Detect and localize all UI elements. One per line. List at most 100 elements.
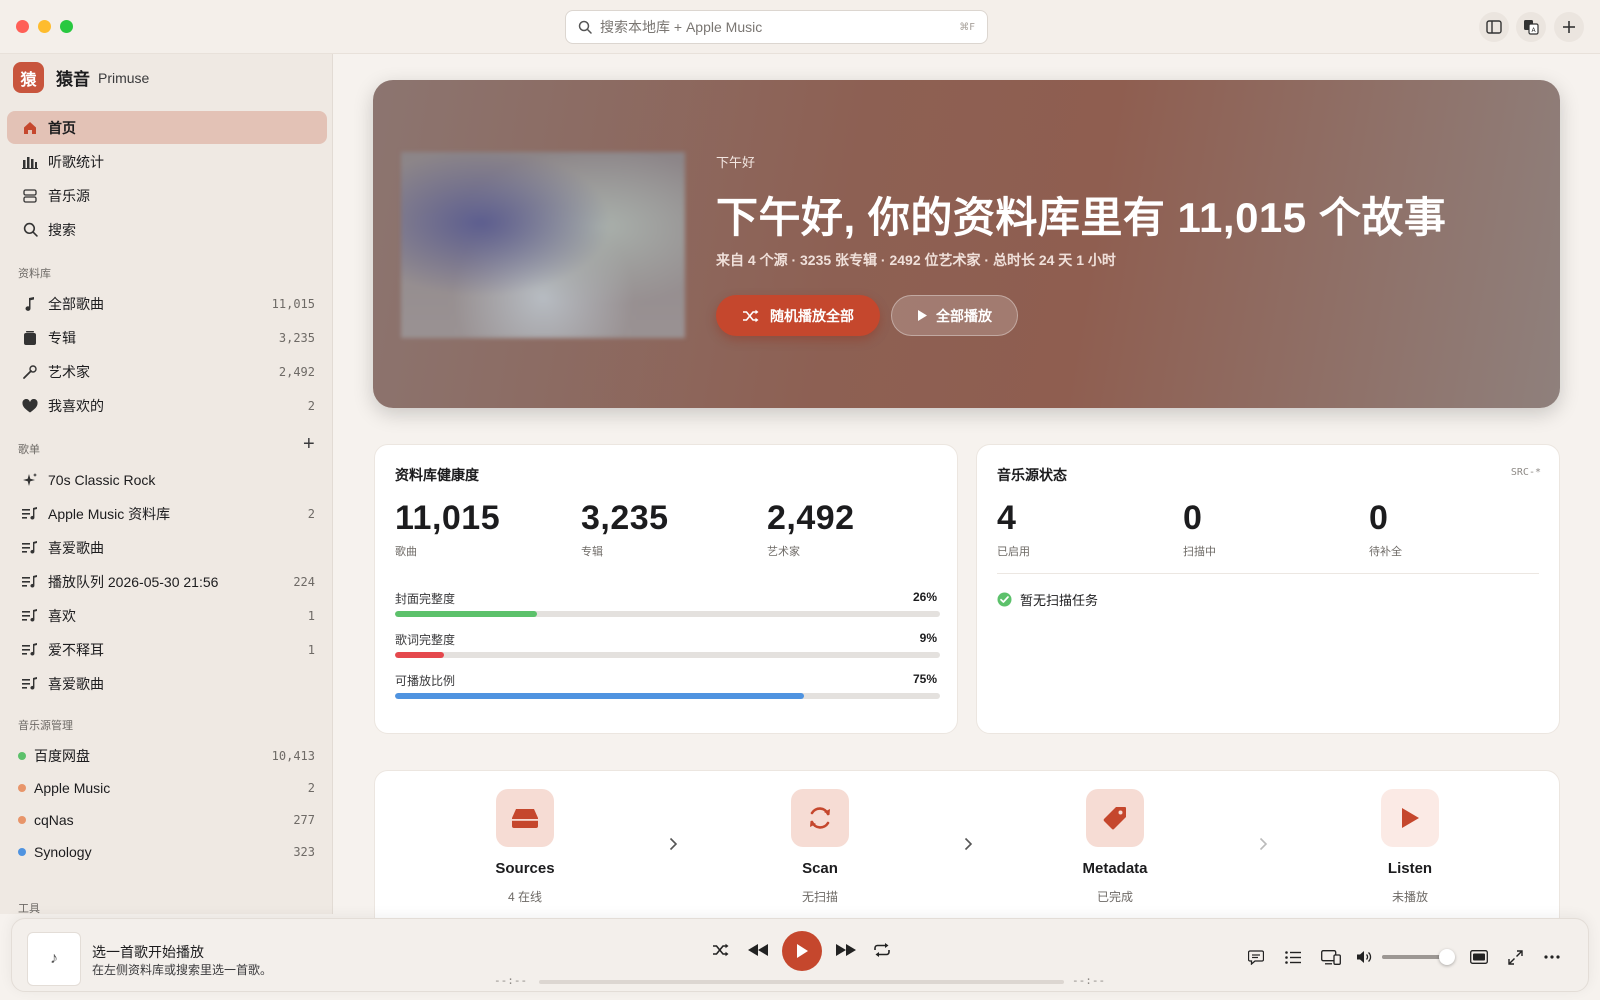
playable-ratio-value: 75% <box>912 672 937 686</box>
source-tag: SRC-* <box>1510 467 1541 478</box>
minimize-window-button[interactable] <box>38 20 51 33</box>
pipeline-step-sources[interactable]: Sources 4 在线 <box>465 789 585 905</box>
pipeline-step-name: Sources <box>495 860 555 877</box>
pipeline-step-status: 已完成 <box>1096 890 1133 904</box>
translate-button[interactable]: A <box>1516 12 1546 42</box>
hero-greeting: 下午好 <box>716 155 756 170</box>
sidebar-item-source[interactable]: Synology 323 <box>7 835 327 868</box>
sidebar-item-playlist[interactable]: 喜爱歌曲 <box>7 531 327 564</box>
lyrics-completeness-label: 歌词完整度 <box>395 633 456 647</box>
home-icon <box>20 118 40 138</box>
output-device-button[interactable] <box>1319 946 1343 968</box>
sidebar-item-artists[interactable]: 艺术家 2,492 <box>7 355 327 388</box>
play-all-button[interactable]: 全部播放 <box>891 295 1018 336</box>
sidebar-item-home[interactable]: 首页 <box>7 111 327 144</box>
pipeline-step-listen[interactable]: Listen 未播放 <box>1350 789 1470 905</box>
hero-banner: 下午好 下午好, 你的资料库里有 11,015 个故事 来自 4 个源 · 32… <box>373 80 1560 408</box>
sidebar-item-count: 277 <box>293 812 315 827</box>
sidebar-item-count: 3,235 <box>278 330 315 345</box>
pipeline-step-metadata[interactable]: Metadata 已完成 <box>1055 789 1175 905</box>
next-track-button[interactable] <box>833 938 859 962</box>
devices-icon <box>1321 949 1341 965</box>
repeat-button[interactable] <box>870 938 894 962</box>
close-window-button[interactable] <box>16 20 29 33</box>
sidebar-item-favorites[interactable]: 我喜欢的 2 <box>7 389 327 422</box>
hero-artwork <box>401 152 685 338</box>
volume-knob[interactable] <box>1439 949 1456 965</box>
sidebar-item-count: 323 <box>293 844 315 859</box>
shuffle-button[interactable] <box>709 938 733 962</box>
lyrics-button[interactable] <box>1245 946 1267 968</box>
bar-fill <box>395 693 804 699</box>
stat-songs-value: 11,015 <box>395 499 501 537</box>
play-icon <box>918 310 927 321</box>
card-title: 音乐源状态 <box>997 467 1067 483</box>
sidebar: 猿 猿音 Primuse 首页 听歌统计 音乐源 搜索 资料库 全部歌曲 11,… <box>0 54 333 914</box>
source-status-dot <box>18 847 26 856</box>
chevron-right-icon <box>964 837 973 856</box>
zoom-window-button[interactable] <box>60 20 73 33</box>
sidebar-item-stats[interactable]: 听歌统计 <box>7 145 327 178</box>
queue-button[interactable] <box>1282 946 1304 968</box>
add-playlist-button[interactable]: + <box>303 434 315 454</box>
volume-slider[interactable] <box>1382 949 1456 965</box>
sidebar-item-source[interactable]: Apple Music 2 <box>7 771 327 804</box>
sidebar-item-playlist[interactable]: Apple Music 资料库 2 <box>7 497 327 530</box>
fullscreen-button[interactable] <box>1504 946 1526 968</box>
bar-fill <box>395 652 445 658</box>
sidebar-item-albums[interactable]: 专辑 3,235 <box>7 321 327 354</box>
playback-progress-bar[interactable] <box>539 980 1064 984</box>
pipeline-card: Sources 4 在线 Scan 无扫描 Metadata 已完成 Liste… <box>374 770 1560 930</box>
scan-status: 暂无扫描任务 <box>997 590 1098 609</box>
search-input[interactable] <box>600 19 960 35</box>
sidebar-item-all-songs[interactable]: 全部歌曲 11,015 <box>7 287 327 320</box>
library-health-card: 资料库健康度 11,015 歌曲 3,235 专辑 2,492 艺术家 封面完整… <box>374 444 958 734</box>
sidebar-item-playlist[interactable]: 70s Classic Rock <box>7 463 327 496</box>
now-playing-title: 选一首歌开始播放 <box>92 944 204 960</box>
shuffle-icon <box>713 943 729 957</box>
shuffle-icon <box>743 309 759 322</box>
playable-ratio-bar <box>395 693 940 699</box>
play-pause-button[interactable] <box>782 931 822 971</box>
tag-icon <box>1086 789 1144 847</box>
sidebar-item-search[interactable]: 搜索 <box>7 213 327 246</box>
mute-button[interactable] <box>1354 946 1376 968</box>
sidebar-item-count: 11,015 <box>271 296 315 311</box>
sidebar-item-label: 搜索 <box>48 221 76 238</box>
previous-track-button[interactable] <box>745 938 771 962</box>
sidebar-item-source[interactable]: 百度网盘 10,413 <box>7 739 327 772</box>
global-search[interactable]: ⌘F <box>565 10 988 44</box>
search-icon <box>20 220 40 240</box>
sidebar-item-playlist[interactable]: 播放队列 2026-05-30 21:56 224 <box>7 565 327 598</box>
add-button[interactable] <box>1554 12 1584 42</box>
miniplayer-button[interactable] <box>1467 946 1491 968</box>
sidebar-item-label: 喜欢 <box>48 607 76 624</box>
heart-icon <box>20 396 40 416</box>
play-icon <box>797 944 808 958</box>
microphone-icon <box>20 362 40 382</box>
sidebar-item-sources[interactable]: 音乐源 <box>7 179 327 212</box>
playlist-icon <box>20 572 40 592</box>
shuffle-all-button[interactable]: 随机播放全部 <box>716 295 880 336</box>
music-note-icon: ♪ <box>50 950 58 967</box>
sidebar-item-playlist[interactable]: 爱不释耳 1 <box>7 633 327 666</box>
more-options-button[interactable] <box>1541 946 1563 968</box>
toggle-sidebar-button[interactable] <box>1479 12 1509 42</box>
sidebar-item-label: Apple Music <box>34 779 111 796</box>
stat-pending-label: 待补全 <box>1369 546 1402 558</box>
sidebar-item-label: 首页 <box>48 119 76 136</box>
pipeline-step-name: Metadata <box>1082 860 1148 877</box>
sidebar-item-source[interactable]: cqNas 277 <box>7 803 327 836</box>
source-status-dot <box>18 815 26 824</box>
play-icon <box>1381 789 1439 847</box>
sidebar-item-label: 播放队列 2026-05-30 21:56 <box>48 573 219 590</box>
sidebar-item-playlist[interactable]: 喜爱歌曲 <box>7 667 327 700</box>
pipeline-step-scan[interactable]: Scan 无扫描 <box>760 789 880 905</box>
ellipsis-icon <box>1544 955 1560 959</box>
lyrics-completeness-bar <box>395 652 940 658</box>
sidebar-item-playlist[interactable]: 喜欢 1 <box>7 599 327 632</box>
playlists-heading: 歌单 <box>18 444 40 456</box>
sidebar-item-label: 70s Classic Rock <box>48 471 156 488</box>
speaker-icon <box>1357 951 1372 963</box>
elapsed-time: --:-- <box>494 974 528 987</box>
